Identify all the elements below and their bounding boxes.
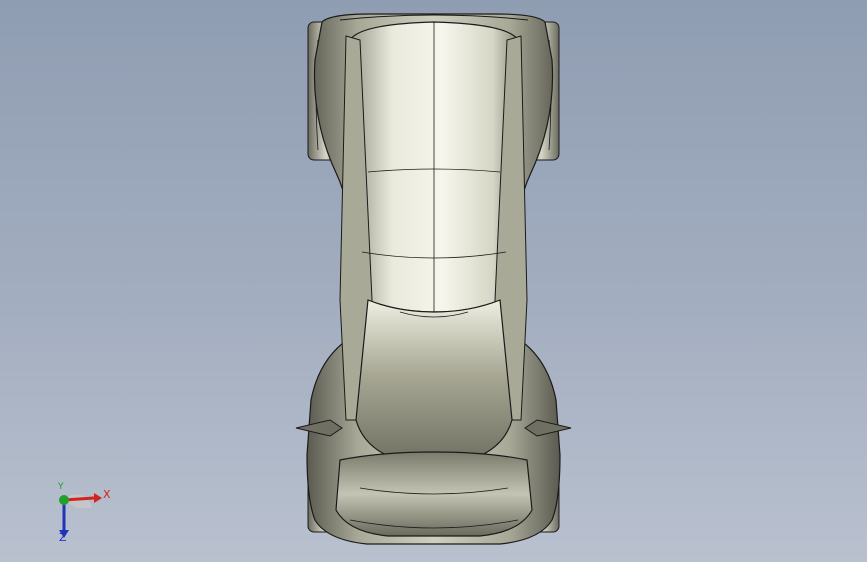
graphics-viewport[interactable]: X Y Z: [0, 0, 867, 562]
orientation-triad[interactable]: X Y Z: [40, 478, 120, 548]
y-axis-label: Y: [58, 482, 64, 492]
car-model[interactable]: [0, 0, 867, 562]
car-hood: [355, 299, 513, 467]
x-axis-label: X: [103, 488, 111, 501]
z-axis-label: Z: [59, 531, 67, 544]
